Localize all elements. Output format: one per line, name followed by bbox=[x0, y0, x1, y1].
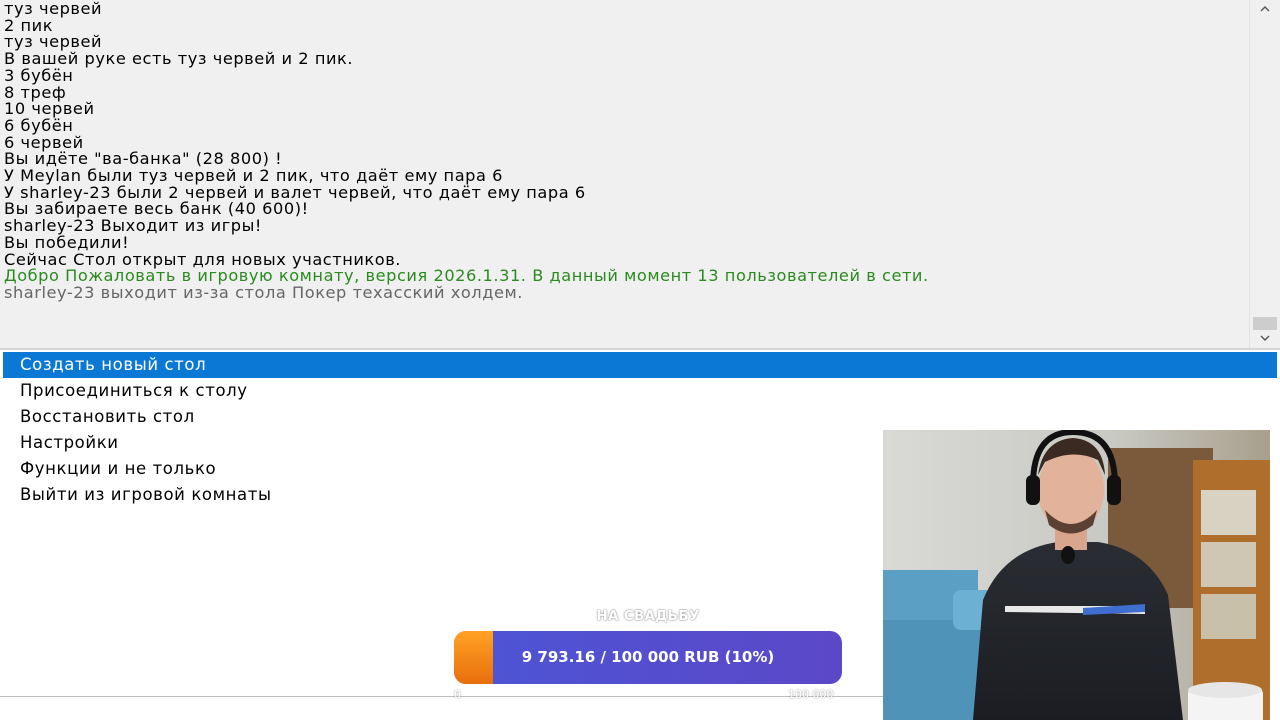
chat-line: туз червей bbox=[4, 0, 103, 18]
chat-line: 6 бубён bbox=[4, 115, 74, 135]
menu-item-restore-table[interactable]: Восстановить стол bbox=[3, 404, 1277, 430]
chevron-up-icon[interactable] bbox=[1259, 3, 1271, 15]
donation-goal-title: НА СВАДЬБУ bbox=[596, 608, 700, 624]
chat-lines: туз червей 2 пик туз червей В вашей руке… bbox=[4, 0, 1249, 302]
chat-log: туз червей 2 пик туз червей В вашей руке… bbox=[0, 0, 1249, 348]
divider bbox=[0, 348, 1280, 350]
chat-scrollbar[interactable] bbox=[1249, 0, 1280, 348]
donation-progress-text: 9 793.16 / 100 000 RUB (10%) bbox=[521, 648, 775, 666]
menu-item-create-table[interactable]: Создать новый стол bbox=[3, 352, 1277, 378]
chat-line-system: sharley-23 выходит из-за стола Покер тех… bbox=[4, 282, 523, 302]
chat-line: 3 бубён bbox=[4, 65, 74, 85]
chat-line: sharley-23 Выходит из игры! bbox=[4, 216, 262, 236]
chat-line: 10 червей bbox=[4, 99, 95, 119]
menu-item-join-table[interactable]: Присоединиться к столу bbox=[3, 378, 1277, 404]
donation-progress-bar: 9 793.16 / 100 000 RUB (10%) bbox=[454, 631, 842, 684]
chat-line: 8 треф bbox=[4, 82, 67, 102]
webcam-overlay bbox=[883, 430, 1270, 720]
divider bbox=[0, 696, 883, 697]
chat-line: 2 пик bbox=[4, 15, 54, 35]
donation-goal-min: 0 bbox=[454, 688, 461, 701]
chat-line: В вашей руке есть туз червей и 2 пик. bbox=[4, 49, 354, 69]
chevron-down-icon[interactable] bbox=[1259, 332, 1271, 344]
donation-goal-max: 100 000 bbox=[788, 688, 834, 701]
webcam-image bbox=[883, 430, 1270, 720]
scrollbar-thumb[interactable] bbox=[1253, 317, 1277, 330]
